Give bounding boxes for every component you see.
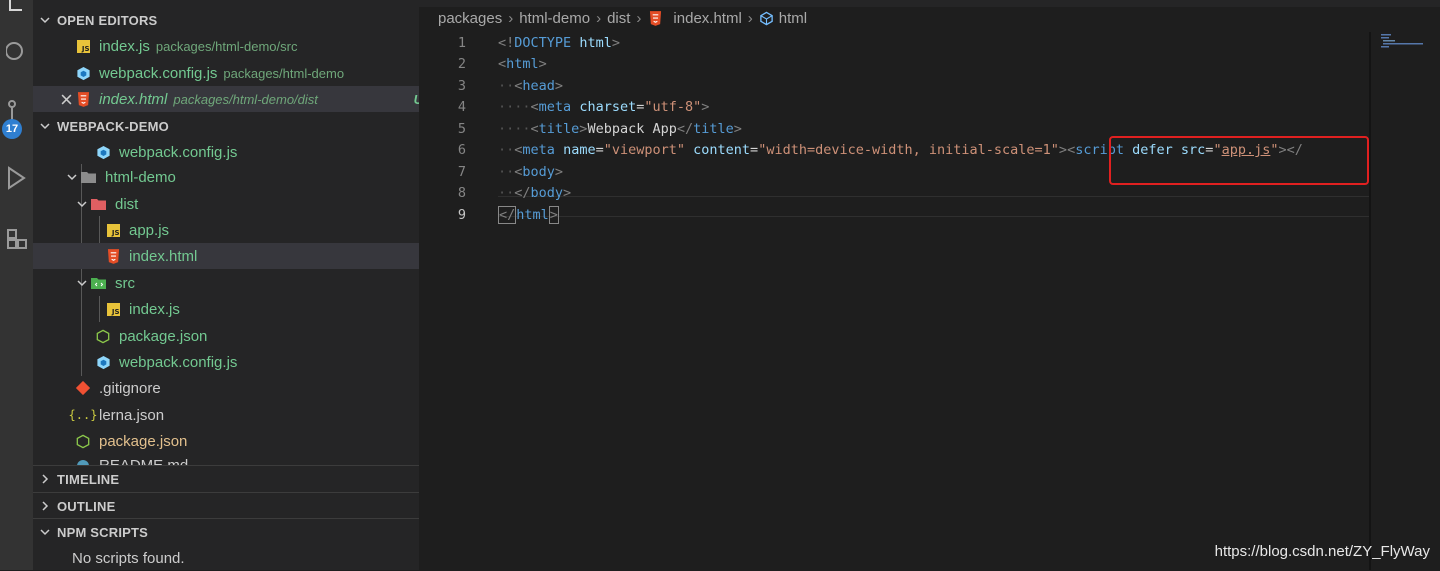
chevron-right-icon: › xyxy=(508,10,514,27)
chevron-right-icon xyxy=(33,501,57,511)
search-icon[interactable] xyxy=(0,40,33,62)
chevron-right-icon: › xyxy=(636,10,642,27)
chevron-down-icon xyxy=(73,278,91,288)
breadcrumb: packages › html-demo › dist › index.html… xyxy=(438,10,807,27)
js-file-icon: JS xyxy=(105,222,121,238)
open-editor-item-active[interactable]: index.html packages/html-demo/dist U xyxy=(33,86,443,112)
close-icon[interactable] xyxy=(57,94,75,105)
tree-folder[interactable]: src xyxy=(33,270,459,296)
timeline-header[interactable]: TIMELINE xyxy=(33,466,419,492)
webpack-file-icon xyxy=(75,65,91,81)
folder-dist-icon xyxy=(91,196,107,212)
section-title: OUTLINE xyxy=(57,498,116,514)
section-title: NPM SCRIPTS xyxy=(57,524,149,540)
webpack-file-icon xyxy=(95,354,111,370)
source-control-badge: 17 xyxy=(2,119,22,139)
code-line: 8 ··</body> xyxy=(419,183,1369,204)
html-file-icon xyxy=(75,91,91,107)
outline-header[interactable]: OUTLINE xyxy=(33,493,419,519)
git-file-icon xyxy=(75,380,91,396)
section-title: TIMELINE xyxy=(57,471,120,487)
html-file-icon xyxy=(647,11,663,27)
tree-folder[interactable]: dist xyxy=(33,191,459,217)
line-number: 4 xyxy=(457,99,466,115)
minimap[interactable] xyxy=(1371,32,1440,570)
folder-src-icon xyxy=(91,275,107,291)
tree-item[interactable]: {..} lerna.json xyxy=(33,402,461,428)
code-line: 1 <!DOCTYPE html> xyxy=(419,32,1369,53)
code-line: 2 <html> xyxy=(419,54,1369,75)
breadcrumb-item[interactable]: packages xyxy=(438,10,502,27)
tree-item[interactable]: webpack.config.js U xyxy=(33,139,481,165)
sidebar: OPEN EDITORS JS index.js packages/html-d… xyxy=(33,0,491,570)
tree-folder[interactable]: html-demo xyxy=(33,164,449,190)
tree-item[interactable]: webpack.config.js U xyxy=(33,349,481,375)
chevron-down-icon xyxy=(33,121,57,131)
line-number: 6 xyxy=(457,142,466,158)
tab-strip xyxy=(419,0,1440,7)
nodejs-file-icon xyxy=(75,433,91,449)
breadcrumb-item[interactable]: html xyxy=(779,10,807,27)
code-line-active: 9 </html> xyxy=(419,204,1369,225)
js-file-icon: JS xyxy=(105,301,121,317)
code-line: 4 ····<meta charset="utf-8"> xyxy=(419,97,1369,118)
run-debug-icon[interactable] xyxy=(0,165,33,191)
tree-item[interactable]: package.json U xyxy=(33,323,481,349)
npm-scripts-header[interactable]: NPM SCRIPTS xyxy=(33,519,419,545)
chevron-down-icon xyxy=(33,527,57,537)
line-number: 8 xyxy=(457,185,466,201)
line-number: 1 xyxy=(457,34,466,51)
folder-open-icon xyxy=(81,169,97,185)
open-editors-header[interactable]: OPEN EDITORS xyxy=(33,7,419,33)
watermark-text: https://blog.csdn.net/ZY_FlyWay xyxy=(1214,543,1430,560)
chevron-down-icon xyxy=(33,15,57,25)
breadcrumb-item[interactable]: html-demo xyxy=(519,10,590,27)
nodejs-file-icon xyxy=(95,328,111,344)
webpack-file-icon xyxy=(95,144,111,160)
open-editor-item[interactable]: webpack.config.js packages/html-demo U xyxy=(33,60,461,86)
npm-scripts-empty: No scripts found. xyxy=(72,549,185,567)
html-file-icon xyxy=(105,248,121,264)
chevron-right-icon xyxy=(33,474,57,484)
chevron-right-icon: › xyxy=(596,10,602,27)
tree-item[interactable]: .gitignore xyxy=(33,375,461,401)
line-number: 3 xyxy=(457,77,466,94)
editor[interactable]: packages › html-demo › dist › index.html… xyxy=(419,0,1440,570)
breadcrumb-item[interactable]: dist xyxy=(607,10,630,27)
tree-item[interactable]: package.json M xyxy=(33,428,461,454)
open-editor-item[interactable]: JS index.js packages/html-demo/src U xyxy=(33,33,461,59)
chevron-down-icon xyxy=(63,172,81,182)
json-file-icon: {..} xyxy=(68,408,98,422)
chevron-down-icon xyxy=(73,199,91,209)
chevron-right-icon: › xyxy=(747,10,753,27)
code-line: 3 ··<head> xyxy=(419,75,1369,96)
section-title: OPEN EDITORS xyxy=(57,12,158,28)
js-file-icon: JS xyxy=(75,38,91,54)
line-number: 5 xyxy=(457,120,466,137)
extensions-icon[interactable] xyxy=(0,226,33,256)
line-number: 2 xyxy=(457,56,466,72)
section-title: WEBPACK-DEMO xyxy=(57,118,169,134)
symbol-element-icon xyxy=(759,11,774,26)
explorer-folder-header[interactable]: WEBPACK-DEMO xyxy=(33,113,419,139)
breadcrumb-item[interactable]: index.html xyxy=(673,10,741,27)
line-number: 9 xyxy=(457,206,466,223)
line-number: 7 xyxy=(457,163,466,180)
annotation-highlight-box xyxy=(1109,136,1369,185)
explorer-icon[interactable] xyxy=(0,0,33,14)
activity-bar: 17 xyxy=(0,0,33,570)
